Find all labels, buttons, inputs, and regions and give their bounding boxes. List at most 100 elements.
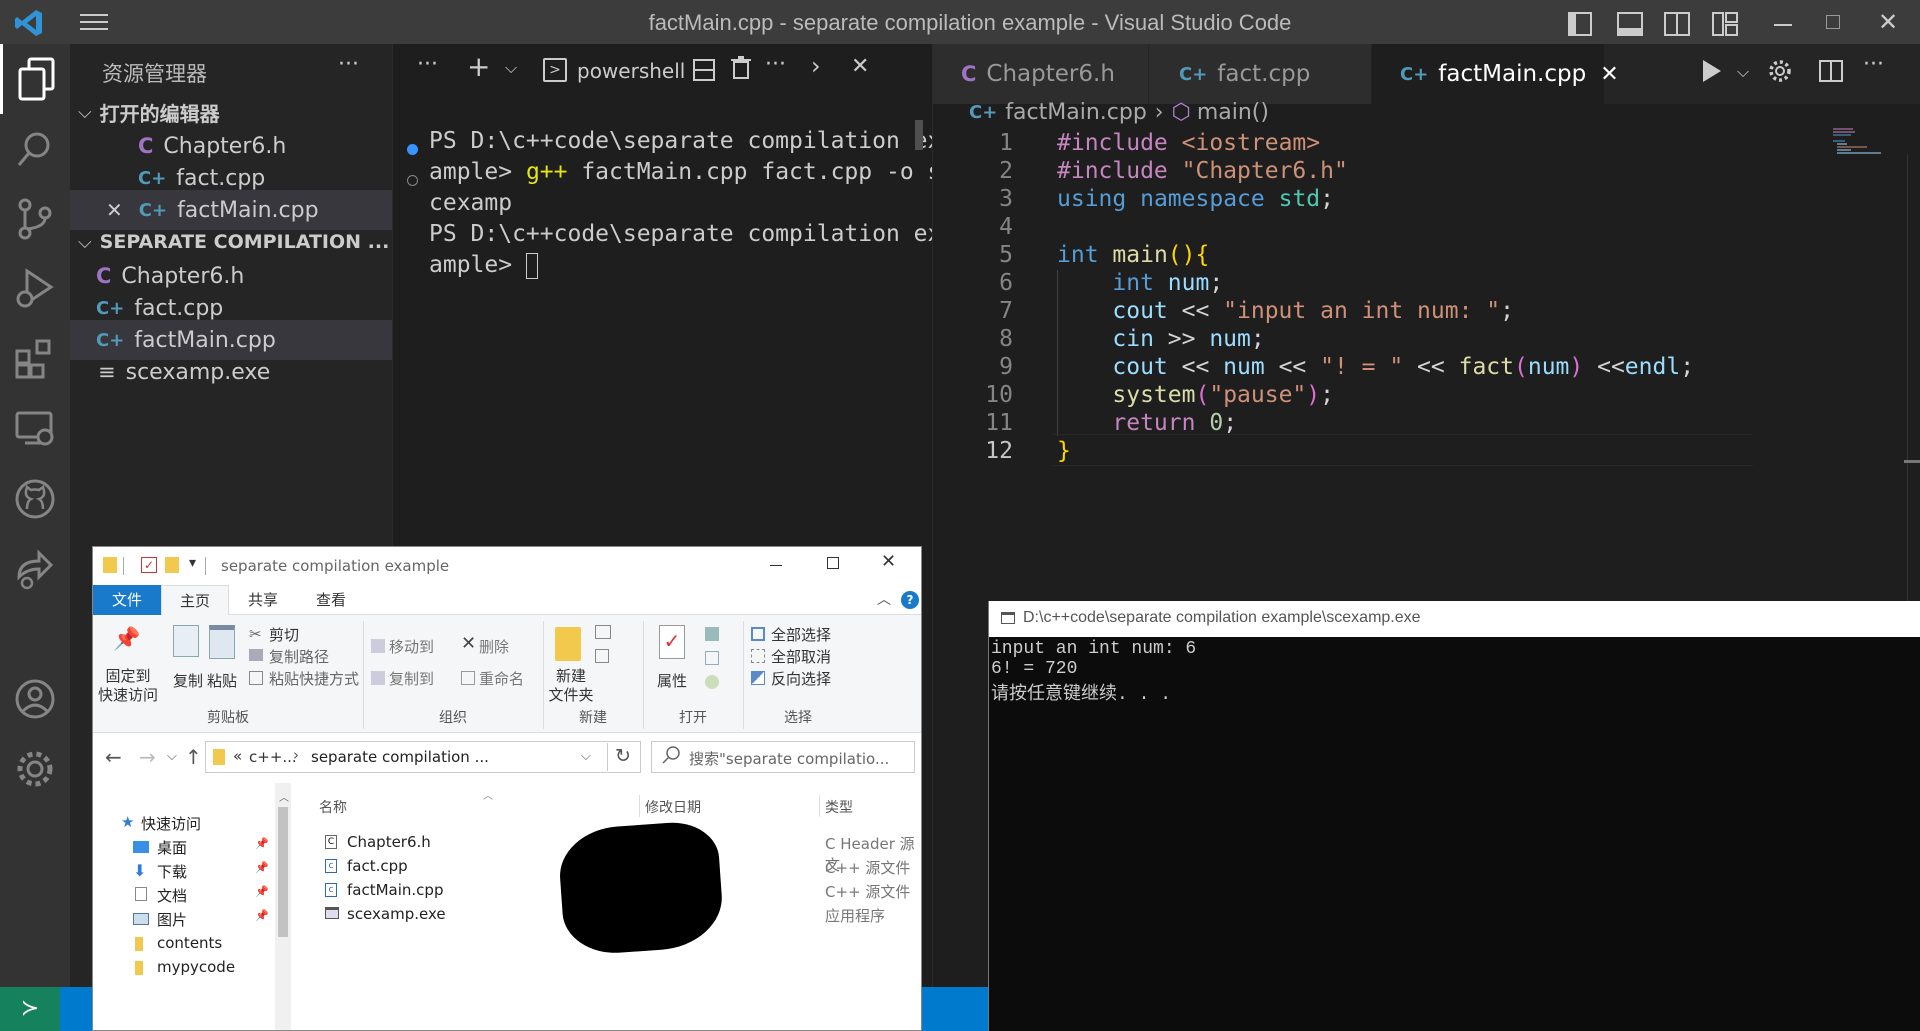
copy-to-button[interactable]: 复制到 [389, 668, 434, 689]
cut-button[interactable]: 剪切 [269, 624, 299, 645]
new-terminal-icon[interactable]: + [467, 50, 490, 83]
breadcrumb-symbol[interactable]: main() [1197, 100, 1269, 125]
help-icon[interactable]: ? [901, 591, 919, 609]
trash-icon[interactable] [731, 56, 751, 80]
select-all-button[interactable]: 全部选择 [771, 624, 831, 645]
github-icon[interactable] [0, 464, 70, 534]
edit-icon[interactable] [705, 651, 719, 665]
paste-shortcut-button[interactable]: 粘贴快捷方式 [269, 668, 359, 689]
toggle-panel-icon[interactable] [1617, 12, 1643, 36]
tab-fact-cpp[interactable]: C+ fact.cpp [1149, 44, 1371, 104]
new-folder-button[interactable]: 新建 文件夹 [543, 667, 599, 705]
code-line[interactable]: #include "Chapter6.h" [1057, 158, 1348, 184]
customize-toolbar-icon[interactable]: ▾ [189, 555, 196, 571]
toggle-sidebar-icon[interactable] [1568, 12, 1592, 36]
close-panel-icon[interactable]: ✕ [851, 54, 869, 79]
code-line[interactable]: cin >> num; [1057, 326, 1264, 352]
chevron-right-icon[interactable]: › [811, 52, 821, 80]
live-share-icon[interactable] [0, 534, 70, 604]
forward-icon[interactable]: → [139, 745, 156, 769]
file-row-name[interactable]: scexamp.exe [347, 905, 446, 923]
easy-access-icon[interactable] [595, 649, 609, 663]
terminal-actions-icon[interactable]: ··· [765, 52, 786, 77]
file-item[interactable]: ≡ scexamp.exe [70, 352, 392, 392]
code-line[interactable]: system("pause"); [1057, 382, 1334, 408]
properties-quick-icon[interactable]: ✓ [141, 557, 157, 573]
extensions-icon[interactable] [0, 324, 70, 394]
close-tab-icon[interactable]: ✕ [1600, 62, 1618, 87]
menu-icon[interactable] [80, 12, 112, 34]
ribbon-tab-file[interactable]: 文件 [93, 585, 161, 615]
nav-item[interactable]: 桌面 [157, 837, 187, 858]
code-line[interactable]: using namespace std; [1057, 186, 1334, 212]
select-none-button[interactable]: 全部取消 [771, 646, 831, 667]
nav-item[interactable]: mypycode [157, 958, 235, 976]
code-line[interactable]: #include <iostream> [1057, 130, 1320, 156]
code-line[interactable]: int main(){ [1057, 242, 1209, 268]
file-row-name[interactable]: factMain.cpp [347, 881, 443, 899]
ribbon-tab-home[interactable]: 主页 [161, 585, 229, 616]
minimize-icon[interactable] [770, 565, 782, 566]
remote-explorer-icon[interactable] [0, 394, 70, 464]
minimize-icon[interactable] [1774, 24, 1792, 26]
chevron-down-icon[interactable]: ⌵ [1737, 62, 1749, 82]
code-line[interactable]: cout << "input an int num: "; [1057, 298, 1514, 324]
terminal-scrollbar[interactable] [915, 120, 923, 150]
source-control-icon[interactable] [0, 184, 70, 254]
ribbon-tab-share[interactable]: 共享 [229, 585, 297, 615]
close-window-icon[interactable]: ✕ [881, 551, 896, 572]
move-to-button[interactable]: 移动到 [389, 636, 434, 657]
file-row-name[interactable]: fact.cpp [347, 857, 408, 875]
properties-button[interactable]: 属性 [649, 670, 695, 691]
code-line[interactable]: } [1057, 438, 1071, 464]
ribbon-tab-view[interactable]: 查看 [297, 585, 365, 615]
remote-indicator-icon[interactable]: ≻ [0, 987, 60, 1031]
recent-locations-icon[interactable]: ⌵ [167, 749, 177, 764]
toggle-secondary-sidebar-icon[interactable] [1664, 12, 1690, 36]
history-icon[interactable] [705, 675, 719, 689]
settings-gear-icon[interactable] [0, 734, 70, 804]
code-line[interactable]: cout << num << "! = " << fact(num) <<end… [1057, 354, 1694, 380]
open-icon[interactable] [705, 627, 719, 641]
customize-layout-icon[interactable] [1712, 12, 1738, 36]
address-overflow-icon[interactable]: « [233, 747, 242, 765]
sidebar-more-icon[interactable]: ··· [338, 52, 359, 77]
gear-icon[interactable] [1767, 58, 1793, 84]
run-icon[interactable] [1703, 60, 1721, 82]
new-folder-quick-icon[interactable] [165, 557, 179, 573]
nav-item[interactable]: contents [157, 934, 222, 952]
nav-scrollbar[interactable]: ︿ [275, 783, 291, 1030]
copy-path-button[interactable]: 复制路径 [269, 646, 329, 667]
terminal-more-icon[interactable]: ··· [417, 52, 438, 77]
search-placeholder[interactable]: 搜索"separate compilatio... [689, 748, 889, 769]
nav-item[interactable]: 快速访问 [141, 813, 201, 834]
explorer-icon[interactable] [0, 44, 70, 114]
address-part[interactable]: c++... [249, 748, 297, 766]
search-icon[interactable] [0, 114, 70, 184]
address-part[interactable]: separate compilation ... [311, 748, 489, 766]
collapse-ribbon-icon[interactable]: ︿ [877, 589, 891, 609]
editor-more-icon[interactable]: ··· [1863, 52, 1884, 77]
column-date[interactable]: 修改日期 [645, 797, 701, 817]
nav-item[interactable]: 图片 [157, 909, 187, 930]
back-icon[interactable]: ← [105, 745, 122, 769]
nav-item[interactable]: 文档 [157, 885, 187, 906]
accounts-icon[interactable] [0, 664, 70, 734]
close-editor-icon[interactable]: ✕ [106, 198, 123, 222]
address-dropdown-icon[interactable]: ⌵ [581, 749, 591, 764]
up-icon[interactable]: ↑ [185, 745, 202, 769]
minimap[interactable] [1833, 128, 1893, 156]
close-window-icon[interactable]: ✕ [1878, 8, 1898, 36]
restore-icon[interactable] [1826, 15, 1840, 29]
run-debug-icon[interactable] [0, 254, 70, 324]
split-terminal-icon[interactable] [693, 59, 715, 81]
tab-factmain-cpp[interactable]: C+ factMain.cpp ✕ [1372, 44, 1619, 104]
invert-selection-button[interactable]: 反向选择 [771, 668, 831, 689]
nav-item[interactable]: 下载 [157, 861, 187, 882]
file-row-name[interactable]: Chapter6.h [347, 833, 431, 851]
code-line[interactable]: int num; [1057, 270, 1223, 296]
breadcrumb-file[interactable]: factMain.cpp [1005, 100, 1147, 125]
refresh-icon[interactable]: ↻ [615, 745, 631, 767]
column-type[interactable]: 类型 [825, 797, 853, 817]
maximize-icon[interactable] [827, 557, 839, 569]
